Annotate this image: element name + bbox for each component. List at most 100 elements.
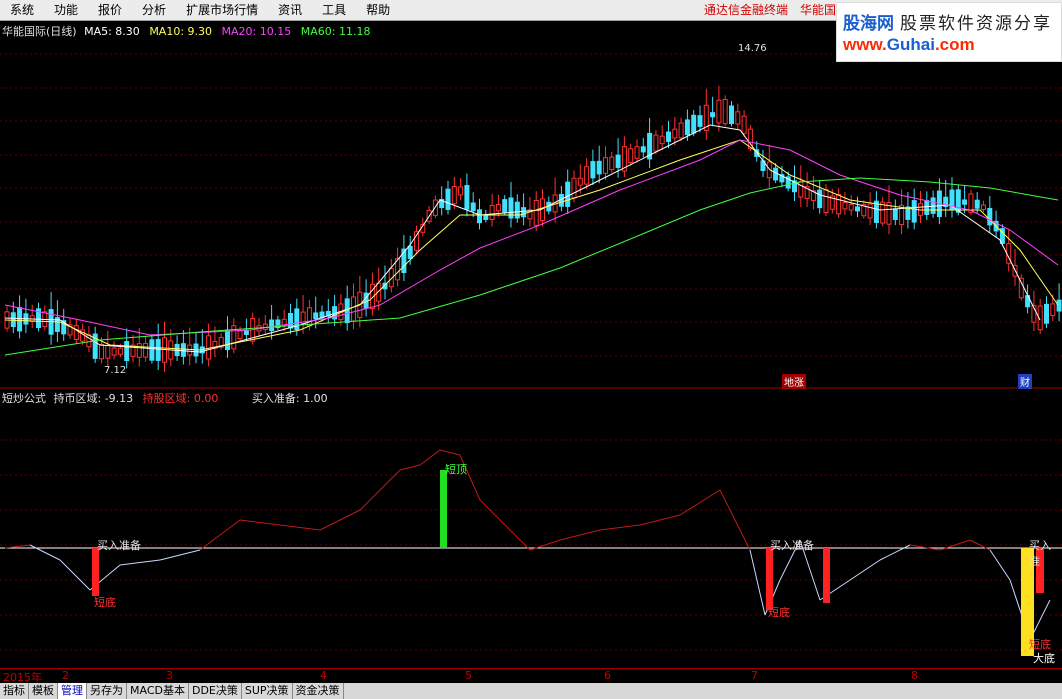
axis-month-6: 6 bbox=[604, 669, 611, 682]
candle-body bbox=[73, 325, 79, 340]
candle-body bbox=[640, 146, 646, 153]
candle-body bbox=[10, 312, 16, 328]
indicator-segment bbox=[879, 544, 911, 561]
candle-body bbox=[615, 154, 621, 168]
candle-body bbox=[955, 189, 961, 213]
candle-body bbox=[628, 148, 634, 164]
candle-body bbox=[962, 199, 968, 205]
short-bottom-bar bbox=[823, 548, 830, 603]
candle-body bbox=[678, 122, 684, 139]
candle-body bbox=[495, 204, 501, 212]
stock-title: 华能国际(日线) bbox=[2, 25, 77, 38]
indicator-segment bbox=[29, 544, 61, 561]
indicator-segment bbox=[319, 509, 361, 531]
high-price-label: 14.76 bbox=[738, 43, 767, 54]
candle-body bbox=[987, 207, 993, 226]
hold-zone-value: 持股区域: 0.00 bbox=[142, 392, 219, 405]
indicator-segment bbox=[719, 489, 751, 551]
candle-body bbox=[653, 134, 659, 152]
ma5-value: MA5: 8.30 bbox=[84, 25, 140, 38]
short-bottom-bar bbox=[766, 548, 773, 610]
candle-body bbox=[111, 347, 117, 356]
candle-body bbox=[180, 343, 186, 357]
indicator-segment bbox=[119, 559, 161, 566]
candle-body bbox=[1018, 277, 1024, 299]
candle-body bbox=[741, 115, 747, 134]
indicator-segment bbox=[159, 549, 201, 561]
candle-body bbox=[848, 204, 854, 211]
candle-body bbox=[842, 202, 848, 210]
candle-body bbox=[577, 177, 583, 186]
buy-prep-mark-2: 买入准备 bbox=[770, 539, 814, 552]
event-tag-a[interactable]: 地涨 bbox=[782, 374, 806, 389]
logo-url-suffix: .com bbox=[934, 35, 975, 54]
buy-prep-mark-3: 买入准 bbox=[1029, 539, 1051, 568]
tab-macd[interactable]: MACD基本 bbox=[127, 683, 189, 699]
kline-chart[interactable] bbox=[0, 0, 1062, 699]
candle-body bbox=[521, 207, 527, 218]
big-bottom-mark: 大底 bbox=[1033, 652, 1055, 665]
candle-body bbox=[892, 208, 898, 220]
candle-body bbox=[855, 206, 860, 212]
indicator-segment bbox=[599, 524, 641, 531]
candle-body bbox=[464, 185, 470, 210]
candle-body bbox=[710, 112, 716, 118]
candle-body bbox=[823, 188, 829, 214]
axis-month-3: 3 bbox=[166, 669, 173, 682]
logo-url-prefix: www. bbox=[843, 35, 887, 54]
candle-body bbox=[1050, 303, 1056, 316]
candle-body bbox=[716, 99, 722, 124]
indicator-segment bbox=[749, 549, 766, 616]
axis-month-8: 8 bbox=[911, 669, 918, 682]
indicator-segment bbox=[399, 464, 421, 471]
candle-body bbox=[136, 343, 142, 358]
candle-body bbox=[407, 245, 413, 259]
short-bottom-bar bbox=[92, 548, 99, 596]
ma20-line bbox=[4, 139, 1059, 336]
tab-save-as[interactable]: 另存为 bbox=[87, 683, 127, 699]
candle-body bbox=[571, 177, 577, 199]
event-tag-b[interactable]: 财 bbox=[1018, 374, 1032, 389]
indicator-segment bbox=[679, 489, 721, 516]
tab-indicator[interactable]: 指标 bbox=[0, 683, 29, 699]
candle-body bbox=[483, 214, 489, 220]
candle-body bbox=[773, 167, 779, 181]
ma10-line bbox=[4, 139, 1059, 351]
candle-body bbox=[477, 209, 482, 224]
price-panel-header: 华能国际(日线) MA5: 8.30 MA10: 9.30 MA20: 10.1… bbox=[2, 23, 370, 39]
formula-name: 短炒公式 bbox=[2, 392, 46, 405]
axis-month-2: 2 bbox=[62, 669, 69, 682]
tab-manage[interactable]: 管理 bbox=[58, 683, 87, 699]
candle-body bbox=[206, 335, 212, 360]
candle-body bbox=[924, 200, 930, 215]
candle-body bbox=[836, 194, 842, 215]
tab-sup[interactable]: SUP决策 bbox=[242, 683, 293, 699]
candle-body bbox=[17, 307, 23, 332]
candle-body bbox=[533, 199, 539, 226]
watermark-logo: 股海网 股票软件资源分享 www.Guhai.com bbox=[836, 2, 1062, 62]
tab-template[interactable]: 模板 bbox=[29, 683, 58, 699]
indicator-segment bbox=[559, 529, 601, 541]
logo-slogan: 股票软件资源分享 bbox=[900, 14, 1052, 34]
logo-cn-name: 股海网 bbox=[843, 14, 894, 34]
axis-month-5: 5 bbox=[465, 669, 472, 682]
candle-body bbox=[451, 186, 457, 205]
candle-body bbox=[502, 199, 508, 213]
time-axis: 2015年 2 3 4 5 6 7 8 bbox=[0, 668, 1062, 684]
candle-body bbox=[722, 99, 728, 125]
ma20-value: MA20: 10.15 bbox=[221, 25, 292, 38]
tab-fund[interactable]: 资金决策 bbox=[293, 683, 344, 699]
candle-body bbox=[149, 339, 155, 361]
candle-body bbox=[155, 339, 161, 361]
indicator-segment bbox=[849, 559, 881, 581]
indicator-segment bbox=[239, 519, 281, 526]
tab-dde[interactable]: DDE决策 bbox=[189, 683, 242, 699]
short-top-bar bbox=[440, 470, 447, 548]
candle-body bbox=[351, 296, 356, 322]
candle-body bbox=[981, 204, 986, 210]
candle-body bbox=[590, 161, 596, 179]
candle-body bbox=[225, 329, 230, 351]
market-zone-value: 持币区域: -9.13 bbox=[53, 392, 134, 405]
indicator-segment bbox=[59, 559, 91, 591]
axis-month-7: 7 bbox=[751, 669, 758, 682]
